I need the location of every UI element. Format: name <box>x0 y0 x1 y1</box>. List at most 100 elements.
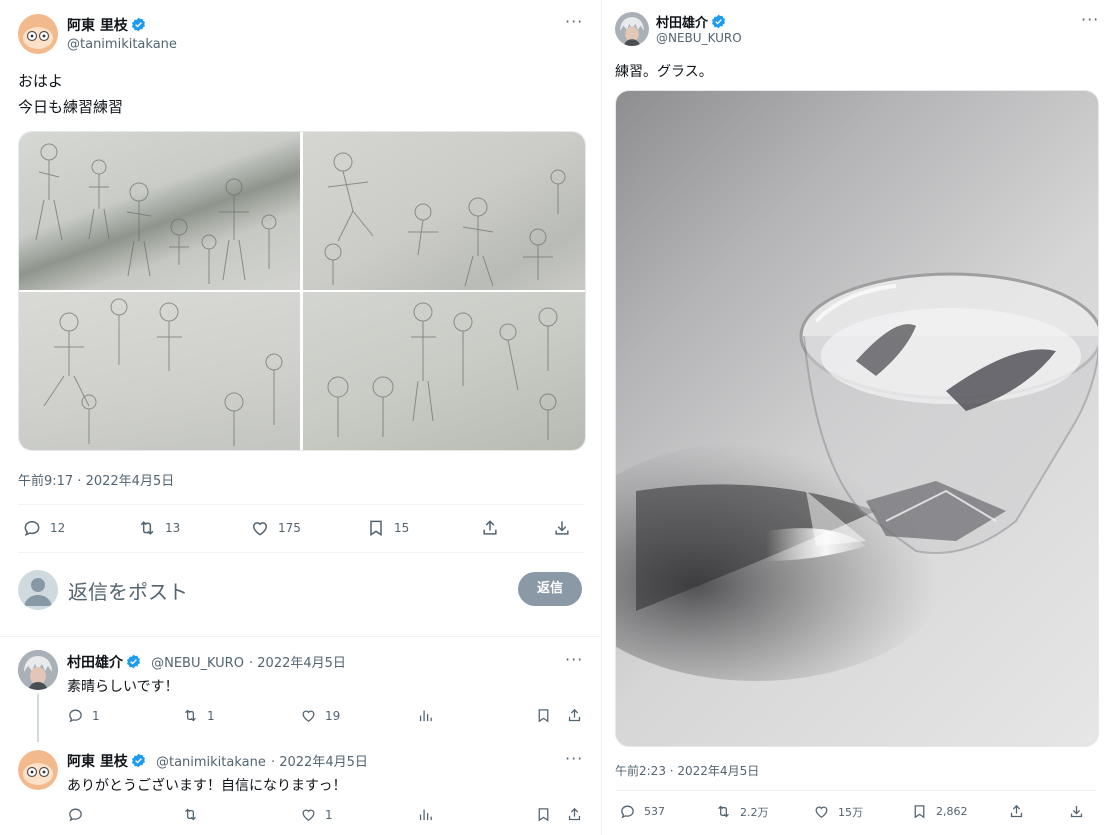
bookmark-icon <box>538 709 549 723</box>
reply-author-name[interactable]: 阿東 里枝 <box>67 754 128 770</box>
tweet-timestamp[interactable]: 午前9:17 · 2022年4月5日 <box>18 470 174 489</box>
share-icon <box>483 520 497 535</box>
bookmark-count: 15 <box>394 521 410 535</box>
like-action[interactable]: 19 <box>300 707 340 724</box>
reply-author-avatar[interactable] <box>18 750 58 790</box>
views-action[interactable] <box>417 707 434 724</box>
views-action[interactable] <box>417 806 434 823</box>
verified-icon <box>712 14 725 29</box>
share-action[interactable] <box>566 707 583 724</box>
share-action[interactable] <box>480 518 500 538</box>
bookmark-count: 2,862 <box>936 805 968 818</box>
retweet-icon <box>185 709 196 722</box>
media-image-4[interactable] <box>303 292 585 450</box>
like-count: 19 <box>325 708 341 723</box>
reply-action[interactable]: 12 <box>22 518 65 538</box>
media-image-2[interactable] <box>303 132 585 290</box>
like-icon <box>302 809 315 821</box>
divider <box>18 504 584 505</box>
reply-date[interactable]: · 2022年4月5日 <box>249 656 346 671</box>
reply-icon <box>24 520 40 537</box>
reply-author-name[interactable]: 村田雄介 <box>67 655 123 671</box>
more-icon[interactable]: ··· <box>565 12 583 31</box>
verified-icon <box>131 17 145 32</box>
like-action[interactable]: 1 <box>300 806 333 823</box>
author-avatar[interactable] <box>18 14 58 54</box>
media-image[interactable] <box>615 90 1099 747</box>
download-action[interactable] <box>1068 803 1085 820</box>
reply-date[interactable]: · 2022年4月5日 <box>271 755 368 770</box>
views-icon <box>419 710 432 722</box>
reply-input[interactable]: 返信をポスト <box>68 576 188 605</box>
author-handle[interactable]: @NEBU_KURO <box>656 31 742 45</box>
reply-text: 素晴らしいです！ <box>67 679 179 695</box>
retweet-action[interactable] <box>182 806 199 823</box>
author-avatar[interactable] <box>615 12 649 46</box>
more-icon[interactable]: ··· <box>565 749 583 768</box>
like-icon <box>302 710 315 722</box>
retweet-action[interactable]: 13 <box>137 518 180 538</box>
like-count: 15万 <box>838 805 863 819</box>
like-count: 1 <box>325 807 333 822</box>
tweet-text-line-1: おはよ <box>18 72 64 90</box>
divider <box>18 552 584 553</box>
tweet-text-line-2: 今日も練習練習 <box>18 98 124 116</box>
verified-icon <box>131 753 145 768</box>
retweet-icon <box>185 808 196 821</box>
more-icon[interactable]: ··· <box>1081 10 1099 29</box>
bookmark-icon <box>538 808 549 822</box>
section-divider <box>0 636 601 637</box>
download-action[interactable] <box>552 518 572 538</box>
retweet-action[interactable]: 1 <box>182 707 215 724</box>
reply-action[interactable] <box>67 806 84 823</box>
download-icon <box>555 521 569 535</box>
column-divider <box>601 0 602 835</box>
retweet-icon <box>718 805 729 818</box>
reply-submit-button[interactable]: 返信 <box>518 572 582 606</box>
reply-count: 537 <box>644 805 665 818</box>
tweet-timestamp[interactable]: 午前2:23 · 2022年4月5日 <box>615 762 759 779</box>
views-icon <box>419 809 432 821</box>
author-name[interactable]: 阿東 里枝 <box>67 18 128 34</box>
bookmark-action[interactable]: 15 <box>366 518 409 538</box>
reply-count: 12 <box>50 521 66 535</box>
retweet-count: 2.2万 <box>740 805 769 819</box>
bookmark-icon <box>370 520 382 537</box>
divider <box>615 790 1097 791</box>
retweet-action[interactable]: 2.2万 <box>715 803 769 820</box>
tweet-text: 練習。グラス。 <box>615 64 713 80</box>
media-grid[interactable] <box>18 131 586 451</box>
like-icon <box>815 806 828 818</box>
author-name[interactable]: 村田雄介 <box>656 16 708 31</box>
bookmark-action[interactable] <box>535 806 552 823</box>
share-action[interactable] <box>1008 803 1025 820</box>
share-icon <box>568 708 581 722</box>
reply-author-avatar[interactable] <box>18 650 58 690</box>
retweet-icon <box>140 521 154 535</box>
reply-action[interactable]: 1 <box>67 707 100 724</box>
bookmark-icon <box>914 805 925 819</box>
like-action[interactable]: 15万 <box>813 803 863 820</box>
thread-line <box>37 694 39 742</box>
reply-author-handle[interactable]: @tanimikitakane <box>156 755 266 770</box>
author-handle[interactable]: @tanimikitakane <box>67 37 177 52</box>
media-image-3[interactable] <box>19 292 300 450</box>
bookmark-action[interactable]: 2,862 <box>911 803 968 820</box>
retweet-count: 13 <box>165 521 181 535</box>
share-icon <box>568 807 581 821</box>
like-action[interactable]: 175 <box>250 518 301 538</box>
more-icon[interactable]: ··· <box>565 650 583 669</box>
like-icon <box>252 522 268 536</box>
verified-icon <box>127 654 140 669</box>
reply-count: 1 <box>92 708 100 723</box>
retweet-count: 1 <box>207 708 215 723</box>
like-count: 175 <box>278 521 301 535</box>
reply-icon <box>621 805 634 819</box>
share-action[interactable] <box>566 806 583 823</box>
current-user-avatar <box>18 570 58 610</box>
reply-author-handle[interactable]: @NEBU_KURO <box>151 656 244 671</box>
reply-action[interactable]: 537 <box>619 803 665 820</box>
bookmark-action[interactable] <box>535 707 552 724</box>
media-image-1[interactable] <box>19 132 300 290</box>
download-icon <box>1070 805 1083 818</box>
